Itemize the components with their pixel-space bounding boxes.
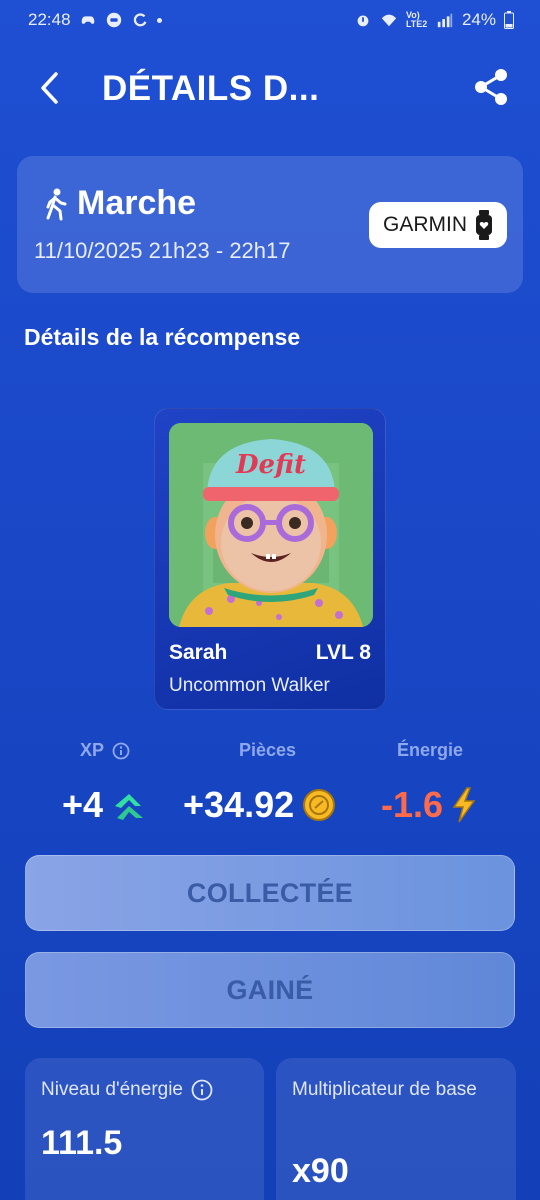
activity-date-range: 11/10/2025 21h23 - 22h17 xyxy=(34,238,291,263)
coin-icon xyxy=(303,789,336,821)
lightning-icon xyxy=(452,787,476,823)
activity-header: Marche xyxy=(43,184,196,223)
svg-text:Defit: Defit xyxy=(235,450,306,480)
energy-level-label-group: Niveau d'énergie xyxy=(41,1076,213,1103)
chevron-left-icon xyxy=(41,72,58,104)
character-name: Sarah xyxy=(169,641,228,664)
collected-button[interactable]: COLLECTÉE xyxy=(25,855,515,931)
game-controller-icon xyxy=(81,16,94,24)
base-multiplier-value: x90 xyxy=(292,1152,349,1190)
status-left: 22:48 xyxy=(28,10,162,30)
character-class: Uncommon Walker xyxy=(169,675,330,696)
character-portrait: Defit xyxy=(169,423,373,627)
character-avatar-image: Defit xyxy=(169,423,373,627)
energy-level-label: Niveau d'énergie xyxy=(41,1079,183,1100)
smartwatch-icon xyxy=(476,210,492,240)
activity-type: Marche xyxy=(77,184,197,222)
battery-icon xyxy=(504,11,514,29)
coins-label: Pièces xyxy=(239,740,297,760)
reward-section-title: Détails de la récompense xyxy=(24,324,301,350)
energy-label: Énergie xyxy=(397,740,464,760)
info-icon[interactable] xyxy=(191,1079,213,1101)
energy-stat: -1.6 xyxy=(381,784,477,826)
sync-icon xyxy=(133,13,146,27)
gained-button-label: GAINÉ xyxy=(226,974,314,1005)
walking-icon xyxy=(46,188,67,220)
character-card[interactable]: Defit Sarah LVL 8 Uncommon Walker xyxy=(154,408,386,710)
xp-label-group: XP xyxy=(80,740,130,761)
network-label: Vo) LTE2 xyxy=(405,10,428,29)
xp-stat: +4 xyxy=(62,784,147,826)
activity-card: Marche 11/10/2025 21h23 - 22h17 GARMIN xyxy=(17,156,523,293)
battery-percent: 24% xyxy=(461,10,496,29)
back-button[interactable] xyxy=(30,68,70,108)
message-icon xyxy=(106,12,121,28)
character-level: LVL 8 xyxy=(315,641,371,664)
status-time: 22:48 xyxy=(28,10,71,29)
energy-level-value: 111.5 xyxy=(41,1124,123,1162)
page-title: DÉTAILS D... xyxy=(102,69,320,108)
share-button[interactable] xyxy=(470,66,512,108)
alarm-icon xyxy=(357,15,369,27)
xp-value: +4 xyxy=(62,784,104,825)
energy-value: -1.6 xyxy=(381,784,444,825)
energy-level-card: Niveau d'énergie 111.5 xyxy=(25,1058,264,1200)
signal-icon xyxy=(437,13,453,28)
device-label: GARMIN xyxy=(383,213,467,236)
header: DÉTAILS D... xyxy=(0,58,540,118)
notification-dot xyxy=(156,17,162,23)
gained-button[interactable]: GAINÉ xyxy=(25,952,515,1028)
coins-value: +34.92 xyxy=(183,784,295,825)
share-icon xyxy=(475,69,507,105)
base-multiplier-card: Multiplicateur de base x90 xyxy=(276,1058,516,1200)
status-right: Vo) LTE2 24% xyxy=(354,10,514,30)
device-badge[interactable]: GARMIN xyxy=(369,202,507,248)
wifi-icon xyxy=(381,14,397,27)
xp-label: XP xyxy=(80,740,105,760)
xp-arrow-icon xyxy=(115,794,144,820)
status-bar: 22:48 Vo) LTE2 24% xyxy=(0,0,540,40)
info-icon[interactable] xyxy=(112,742,130,760)
collected-button-label: COLLECTÉE xyxy=(186,877,354,908)
coins-stat: +34.92 xyxy=(183,784,336,826)
base-multiplier-label: Multiplicateur de base xyxy=(292,1079,477,1100)
